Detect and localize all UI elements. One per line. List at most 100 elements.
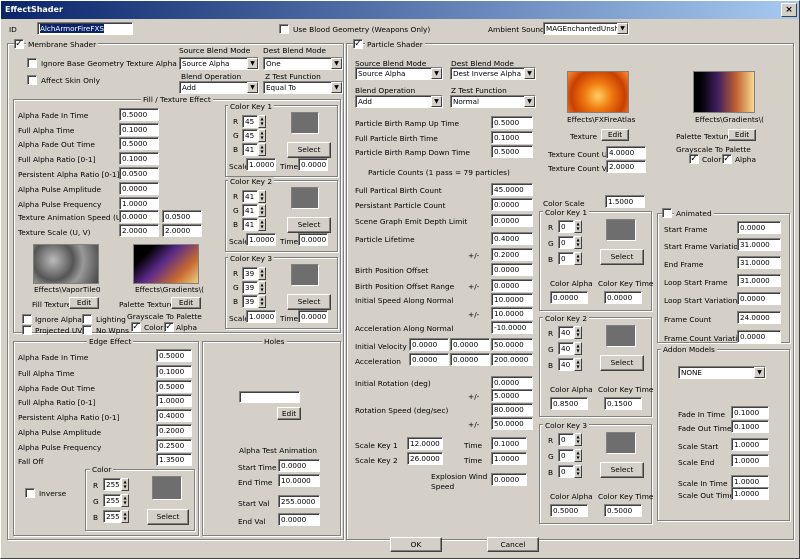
edge-b-field[interactable]: 255 (103, 510, 121, 523)
anim-row-field[interactable]: 24.0000 (737, 311, 781, 324)
anim-row-field[interactable]: 0.0000 (737, 330, 781, 343)
pck1-select-button[interactable]: Select (600, 249, 644, 265)
sk1-time-field[interactable]: 0.1000 (491, 437, 527, 450)
tex-scale-u-field[interactable]: 2.0000 (119, 224, 159, 237)
spinner-icon[interactable]: ▲ ▼ (258, 204, 266, 217)
membrane-checkbox[interactable]: ✓ (14, 39, 24, 49)
ck1-select-button[interactable]: Select (287, 142, 331, 158)
sk2-time-field[interactable]: 1.0000 (491, 452, 527, 465)
p-grayscale-alpha-checkbox[interactable]: ✓ (722, 154, 732, 164)
anim-row-field[interactable]: 0.0000 (737, 221, 781, 234)
ck1-g-field[interactable]: 45 (242, 129, 258, 142)
p-src-blend-dropdown[interactable]: Source Alpha ▼ (355, 67, 443, 80)
p-ztest-dropdown[interactable]: Normal ▼ (450, 95, 536, 108)
anim-row-field[interactable]: 31.0000 (737, 274, 781, 287)
edge-row-field[interactable]: 0.5000 (156, 380, 192, 393)
edge-row-field[interactable]: 0.2000 (156, 424, 192, 437)
tex-anim-u-field[interactable]: 0.0000 (119, 210, 159, 223)
p-persist-field[interactable]: 0.0000 (491, 198, 533, 211)
inverse-checkbox[interactable] (25, 488, 35, 498)
id-field[interactable]: AlchArmorFireFXS (37, 22, 133, 35)
fill-row-field[interactable]: 0.1000 (119, 152, 159, 165)
spinner-icon[interactable]: ▲ ▼ (258, 115, 266, 128)
pck1-alpha-field[interactable]: 0.0000 (550, 291, 588, 304)
ignore-alpha-checkbox[interactable] (22, 314, 32, 324)
cancel-button[interactable]: Cancel (487, 537, 539, 552)
ok-button[interactable]: OK (390, 537, 442, 552)
fill-row-field[interactable]: 0.0500 (119, 167, 159, 180)
pck2-alpha-field[interactable]: 0.8500 (550, 397, 588, 410)
p-blend-op-dropdown[interactable]: Add ▼ (355, 95, 443, 108)
animated-checkbox[interactable] (662, 208, 672, 218)
tcu-field[interactable]: 4.0000 (606, 146, 646, 159)
spinner-icon[interactable]: ▲ ▼ (258, 129, 266, 142)
spinner-icon[interactable]: ▲ ▼ (574, 342, 582, 355)
pal-tex-edit-button[interactable]: Edit (171, 297, 201, 309)
acc-x-field[interactable]: 0.0000 (409, 353, 449, 366)
m-ztest-dropdown[interactable]: Equal To ▼ (263, 81, 343, 94)
spinner-icon[interactable]: ▲ ▼ (574, 236, 582, 249)
tex-anim-v-field[interactable]: 0.0500 (162, 210, 202, 223)
pck1-g-field[interactable]: 0 (558, 236, 574, 249)
blood-geometry-checkbox[interactable] (279, 24, 289, 34)
lighting-checkbox[interactable] (82, 314, 92, 324)
holes-start-time-field[interactable]: 0.0000 (278, 459, 320, 472)
pck3-select-button[interactable]: Select (600, 462, 644, 478)
p-bpo-field[interactable]: 0.0000 (491, 263, 533, 276)
spinner-icon[interactable]: ▲ ▼ (574, 220, 582, 233)
p-irot-field[interactable]: 0.0000 (491, 376, 533, 389)
ck1-time-field[interactable]: 0.0000 (298, 158, 328, 171)
ck1-scale-field[interactable]: 1.0000 (246, 158, 276, 171)
scale-key1-field[interactable]: 12.0000 (407, 437, 443, 450)
p-grayscale-color-checkbox[interactable]: ✓ (689, 154, 699, 164)
holes-end-time-field[interactable]: 10.0000 (278, 474, 320, 487)
spinner-icon[interactable]: ▲ ▼ (574, 326, 582, 339)
ck2-scale-field[interactable]: 1.0000 (246, 233, 276, 246)
ck2-r-field[interactable]: 41 (242, 190, 258, 203)
edge-g-field[interactable]: 255 (103, 494, 121, 507)
p-pal-edit-button[interactable]: Edit (728, 129, 756, 141)
pck2-b-field[interactable]: 40 (558, 358, 574, 371)
fill-row-field[interactable]: 1.0000 (119, 197, 159, 210)
spinner-icon[interactable]: ▲ ▼ (258, 267, 266, 280)
pck3-alpha-field[interactable]: 0.5000 (550, 504, 588, 517)
edge-row-field[interactable]: 0.1000 (156, 365, 192, 378)
spinner-icon[interactable]: ▲ ▼ (121, 494, 129, 507)
holes-texture-field[interactable] (239, 391, 300, 403)
iv-x-field[interactable]: 0.0000 (409, 338, 449, 351)
projected-uvs-checkbox[interactable] (22, 325, 32, 335)
ck3-r-field[interactable]: 39 (242, 267, 258, 280)
pck1-time-field[interactable]: 0.0000 (604, 291, 642, 304)
p-life-field[interactable]: 0.4000 (491, 232, 533, 245)
m-blend-op-dropdown[interactable]: Add ▼ (179, 81, 259, 94)
ck2-select-button[interactable]: Select (287, 217, 331, 233)
ck1-r-field[interactable]: 45 (242, 115, 258, 128)
anim-row-field[interactable]: 31.0000 (737, 238, 781, 251)
explosion-wind-field[interactable]: 0.0000 (491, 473, 527, 486)
acc-y-field[interactable]: 0.0000 (450, 353, 490, 366)
ck2-g-field[interactable]: 41 (242, 204, 258, 217)
acc-z-field[interactable]: 200.0000 (491, 353, 533, 366)
spinner-icon[interactable]: ▲ ▼ (574, 465, 582, 478)
holes-end-val-field[interactable]: 0.0000 (278, 513, 320, 526)
addon-ss-field[interactable]: 1.0000 (731, 438, 769, 451)
ck3-b-field[interactable]: 39 (242, 295, 258, 308)
pck3-time-field[interactable]: 0.5000 (604, 504, 642, 517)
fill-row-field[interactable]: 0.5000 (119, 108, 159, 121)
ck2-b-field[interactable]: 41 (242, 218, 258, 231)
p-bpor-field[interactable]: 0.0000 (491, 279, 533, 292)
edge-row-field[interactable]: 0.5000 (156, 349, 192, 362)
close-icon[interactable]: × (781, 3, 797, 17)
m-dst-blend-dropdown[interactable]: One ▼ (263, 57, 343, 70)
spinner-icon[interactable]: ▲ ▼ (258, 143, 266, 156)
pck3-g-field[interactable]: 0 (558, 449, 574, 462)
ck3-g-field[interactable]: 39 (242, 281, 258, 294)
spinner-icon[interactable]: ▲ ▼ (258, 281, 266, 294)
p-aan-field[interactable]: -10.0000 (491, 321, 533, 334)
grayscale-color-checkbox[interactable]: ✓ (131, 322, 141, 332)
ambient-sound-dropdown[interactable]: MAGEnchantedUnshea ▼ (543, 22, 629, 35)
p-rs-field[interactable]: 80.0000 (491, 403, 533, 416)
pck2-time-field[interactable]: 0.1500 (604, 397, 642, 410)
pck3-b-field[interactable]: 0 (558, 465, 574, 478)
anim-row-field[interactable]: 0.0000 (737, 292, 781, 305)
